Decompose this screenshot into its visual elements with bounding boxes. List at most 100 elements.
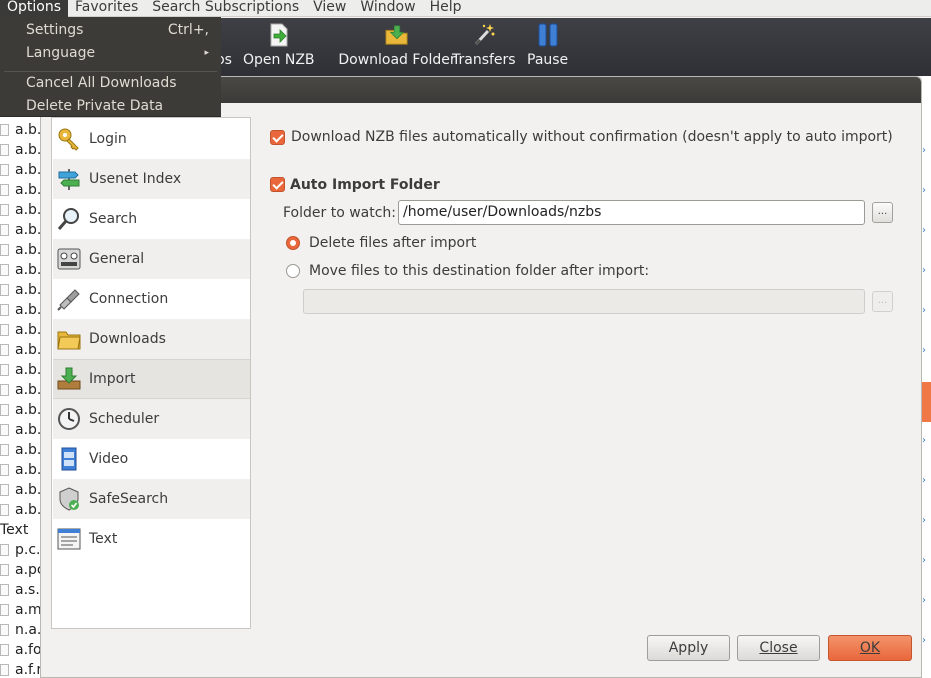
- nav-item-text[interactable]: Text: [53, 519, 250, 559]
- delete-files-label: Delete files after import: [309, 235, 477, 251]
- document-icon: [0, 364, 9, 376]
- document-icon: [0, 124, 9, 136]
- nav-item-import[interactable]: Import: [53, 359, 250, 399]
- pause-icon: [536, 23, 560, 47]
- nav-label: General: [89, 251, 145, 267]
- clock-icon: [56, 406, 82, 432]
- auto-import-checkbox[interactable]: [270, 177, 285, 192]
- arrow-icon: ›: [922, 226, 926, 236]
- nav-item-video[interactable]: Video: [53, 439, 250, 479]
- control-panel-icon: [56, 246, 82, 272]
- preferences-nav: Login Usenet Index Search General Connec…: [51, 117, 251, 629]
- selected-row-highlight: [922, 382, 931, 422]
- nav-item-login[interactable]: Login: [53, 119, 250, 159]
- nav-item-safesearch[interactable]: SafeSearch: [53, 479, 250, 519]
- document-icon: [0, 664, 9, 676]
- download-folder-label: Download Folder: [338, 52, 456, 68]
- nav-label: Import: [89, 371, 136, 387]
- move-files-radio[interactable]: [286, 264, 300, 278]
- document-icon: [0, 404, 9, 416]
- options-menu: Settings Ctrl+, Language ▸ Cancel All Do…: [0, 17, 221, 117]
- document-icon: [0, 204, 9, 216]
- document-icon: [0, 444, 9, 456]
- browse-folder-button[interactable]: ...: [872, 202, 893, 223]
- menu-item-language[interactable]: Language: [26, 44, 95, 62]
- nav-label: SafeSearch: [89, 491, 169, 507]
- document-icon: [0, 244, 9, 256]
- menu-separator: [4, 71, 217, 72]
- film-icon: [56, 446, 82, 472]
- move-files-label: Move files to this destination folder af…: [309, 263, 650, 279]
- document-icon: [0, 464, 9, 476]
- transfers-button[interactable]: Transfers: [452, 18, 516, 76]
- auto-download-checkbox[interactable]: [270, 130, 285, 145]
- menu-favorites[interactable]: Favorites: [68, 0, 145, 17]
- document-icon: [0, 604, 9, 616]
- ok-button[interactable]: OK: [828, 635, 912, 661]
- menu-search-subscriptions[interactable]: Search Subscriptions: [145, 0, 306, 17]
- document-icon: [0, 584, 9, 596]
- open-nzb-button[interactable]: Open NZB: [243, 18, 315, 76]
- nav-label: Downloads: [89, 331, 166, 347]
- apply-button[interactable]: Apply: [647, 635, 730, 661]
- settings-shortcut: Ctrl+,: [167, 22, 209, 38]
- menu-view[interactable]: View: [306, 0, 353, 17]
- folder-to-watch-input[interactable]: /home/user/Downloads/nzbs: [398, 200, 865, 225]
- nav-item-downloads[interactable]: Downloads: [53, 319, 250, 359]
- arrow-icon: ›: [922, 346, 926, 356]
- document-icon: [0, 644, 9, 656]
- auto-import-label: Auto Import Folder: [290, 177, 440, 193]
- document-icon: [0, 224, 9, 236]
- shield-check-icon: [56, 486, 82, 512]
- arrow-icon: ›: [922, 266, 926, 276]
- magic-wand-icon: [472, 23, 496, 47]
- download-folder-button[interactable]: Download Folder: [325, 18, 469, 76]
- nav-item-connection[interactable]: Connection: [53, 279, 250, 319]
- nav-item-usenet-index[interactable]: Usenet Index: [53, 159, 250, 199]
- nav-item-general[interactable]: General: [53, 239, 250, 279]
- document-icon: [0, 624, 9, 636]
- document-icon: [0, 264, 9, 276]
- nav-label: Connection: [89, 291, 169, 307]
- destination-folder-input[interactable]: [303, 289, 865, 314]
- menu-item-cancel-all-downloads[interactable]: Cancel All Downloads: [26, 74, 177, 92]
- document-icon: [0, 344, 9, 356]
- delete-files-radio[interactable]: [286, 236, 300, 250]
- auto-download-label: Download NZB files automatically without…: [291, 129, 893, 145]
- document-icon: [0, 144, 9, 156]
- pause-label: Pause: [527, 52, 569, 68]
- menu-help[interactable]: Help: [423, 0, 469, 17]
- menu-options[interactable]: Options: [0, 0, 69, 17]
- menu-window[interactable]: Window: [353, 0, 422, 17]
- document-icon: [0, 384, 9, 396]
- arrow-icon: ›: [922, 186, 926, 196]
- nav-label: Login: [89, 131, 127, 147]
- nav-item-search[interactable]: Search: [53, 199, 250, 239]
- nav-item-scheduler[interactable]: Scheduler: [53, 399, 250, 439]
- document-icon: [0, 184, 9, 196]
- key-icon: [56, 126, 82, 152]
- arrow-icon: ›: [922, 436, 926, 446]
- document-icon: [0, 424, 9, 436]
- nav-label: Text: [89, 531, 118, 547]
- close-button[interactable]: Close: [737, 635, 820, 661]
- menu-item-settings[interactable]: Settings: [26, 21, 83, 39]
- magnifier-icon: [56, 206, 82, 232]
- arrow-icon: ›: [922, 306, 926, 316]
- arrow-icon: ›: [922, 516, 926, 526]
- submenu-arrow-icon: ▸: [204, 48, 209, 58]
- browse-destination-button[interactable]: ...: [872, 291, 893, 312]
- right-panel-edge: › › › › › › › › › › › ›: [922, 76, 931, 678]
- pause-button[interactable]: Pause: [527, 18, 568, 76]
- text-document-icon: [56, 526, 82, 552]
- import-tray-icon: [56, 366, 82, 392]
- folder-icon: [56, 326, 82, 352]
- nav-label: Search: [89, 211, 138, 227]
- document-icon: [0, 504, 9, 516]
- nav-label: Usenet Index: [89, 171, 182, 187]
- signpost-icon: [56, 166, 82, 192]
- menu-item-delete-private-data[interactable]: Delete Private Data: [26, 97, 163, 115]
- transfers-label: Transfers: [452, 52, 516, 68]
- arrow-icon: ›: [922, 636, 926, 646]
- open-nzb-icon: [267, 23, 291, 47]
